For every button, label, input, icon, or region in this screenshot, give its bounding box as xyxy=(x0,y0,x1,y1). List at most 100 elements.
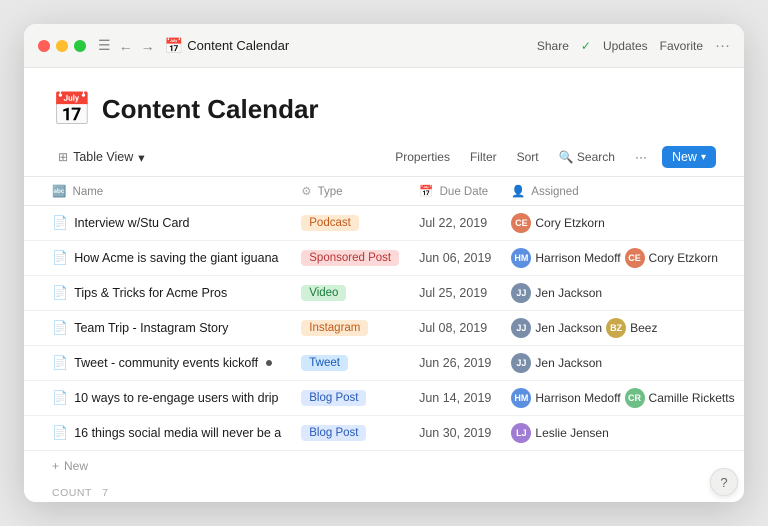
page-title: Content Calendar xyxy=(102,94,319,125)
assignee-cell: JJ Jen Jackson xyxy=(511,353,734,373)
share-label[interactable]: Share xyxy=(537,39,569,53)
col-header-assigned: 👤 Assigned xyxy=(501,177,744,206)
back-icon[interactable]: ← xyxy=(119,38,133,54)
type-col-icon: ⚙ xyxy=(301,186,311,198)
table-wrapper: 🔤 Name ⚙ Type 📅 Due Date 👤 xyxy=(24,177,744,502)
name-col-icon: 🔤 xyxy=(52,186,66,198)
avatar: BZ xyxy=(606,318,626,338)
avatar: JJ xyxy=(511,283,531,303)
assignee-cell: CECory Etzkorn xyxy=(511,213,734,233)
avatar: LJ xyxy=(511,423,531,443)
type-badge: Podcast xyxy=(301,215,359,231)
type-badge: Blog Post xyxy=(301,425,366,441)
row-name: Tips & Tricks for Acme Pros xyxy=(74,286,227,300)
name-cell: 📄 Tips & Tricks for Acme Pros xyxy=(52,285,281,301)
table-row[interactable]: 📄 Tweet - community events kickoff Tweet… xyxy=(24,346,744,381)
avatar: CR xyxy=(625,388,645,408)
assignee-name: Jen Jackson xyxy=(535,356,602,370)
app-window: ☰ ← → 📅 Content Calendar Properties Shar… xyxy=(24,24,744,502)
date-cell: Jun 14, 2019 xyxy=(409,381,501,416)
content-table: 🔤 Name ⚙ Type 📅 Due Date 👤 xyxy=(24,177,744,451)
menu-icon[interactable]: ☰ xyxy=(98,37,111,54)
avatar: HM xyxy=(511,388,531,408)
table-row[interactable]: 📄 Interview w/Stu Card Podcast Jul 22, 20… xyxy=(24,206,744,241)
date-cell: Jul 22, 2019 xyxy=(409,206,501,241)
date-col-icon: 📅 xyxy=(419,186,433,198)
search-button[interactable]: 🔍 Search xyxy=(554,147,620,167)
row-name: Tweet - community events kickoff xyxy=(74,356,258,370)
name-cell: 📄 How Acme is saving the giant iguana xyxy=(52,250,281,266)
count-row: COUNT 7 xyxy=(24,481,744,502)
count-label: COUNT xyxy=(52,487,92,499)
table-row[interactable]: 📄 10 ways to re-engage users with drip B… xyxy=(24,381,744,416)
name-cell: 📄 Interview w/Stu Card xyxy=(52,215,281,231)
avatar: JJ xyxy=(511,318,531,338)
type-badge: Blog Post xyxy=(301,390,366,406)
col-header-type: ⚙ Type xyxy=(291,177,409,206)
col-header-name: 🔤 Name xyxy=(24,177,291,206)
date-cell: Jul 08, 2019 xyxy=(409,311,501,346)
name-cell: 📄 10 ways to re-engage users with drip xyxy=(52,390,281,406)
avatar: JJ xyxy=(511,353,531,373)
page-content: 📅 Content Calendar ⊞ Table View ▾ Proper… xyxy=(24,68,744,502)
doc-icon: 📄 xyxy=(52,390,68,406)
assignee-name: Harrison Medoff xyxy=(535,391,620,405)
assignee-name: Cory Etzkorn xyxy=(535,216,604,230)
doc-icon: 📄 xyxy=(52,320,68,336)
forward-icon[interactable]: → xyxy=(141,38,155,54)
window-title: Content Calendar xyxy=(187,38,537,53)
row-name: Team Trip - Instagram Story xyxy=(74,321,228,335)
table-row[interactable]: 📄 How Acme is saving the giant iguana Sp… xyxy=(24,241,744,276)
table-view-icon: ⊞ xyxy=(58,150,68,164)
minimize-button[interactable] xyxy=(56,40,68,52)
title-bar: ☰ ← → 📅 Content Calendar Properties Shar… xyxy=(24,24,744,68)
view-toolbar: ⊞ Table View ▾ Properties Filter Sort 🔍 … xyxy=(24,142,744,177)
doc-icon: 📄 xyxy=(52,250,68,266)
assigned-col-icon: 👤 xyxy=(511,186,525,198)
view-label: Table View xyxy=(73,150,133,164)
help-button[interactable]: ? xyxy=(710,468,738,496)
updates-label[interactable]: Updates xyxy=(603,39,648,53)
table-row[interactable]: 📄 Tips & Tricks for Acme Pros VideoJul 2… xyxy=(24,276,744,311)
add-row-button[interactable]: + + New New xyxy=(24,451,744,481)
avatar: HM xyxy=(511,248,531,268)
type-badge: Tweet xyxy=(301,355,348,371)
avatar: CE xyxy=(625,248,645,268)
favorite-label[interactable]: Favorite xyxy=(660,39,703,53)
assignee-name: Beez xyxy=(630,321,657,335)
count-value: 7 xyxy=(102,487,108,499)
doc-icon: 📄 xyxy=(52,425,68,441)
page-header: 📅 Content Calendar xyxy=(24,68,744,142)
properties-button[interactable]: Properties xyxy=(390,147,455,167)
close-button[interactable] xyxy=(38,40,50,52)
date-cell: Jun 30, 2019 xyxy=(409,416,501,451)
more-options-icon[interactable]: ··· xyxy=(715,37,730,54)
add-row-icon: + xyxy=(52,459,59,473)
nav-buttons: ☰ ← → xyxy=(98,37,155,54)
updates-check[interactable]: ✓ xyxy=(581,39,591,53)
page-calendar-icon: 📅 xyxy=(52,90,92,128)
table-row[interactable]: 📄 Team Trip - Instagram Story InstagramJ… xyxy=(24,311,744,346)
assignee-cell: HMHarrison MedoffCECory Etzkorn xyxy=(511,248,734,268)
new-button-chevron: ▾ xyxy=(701,152,706,163)
add-row-text: New xyxy=(64,459,88,473)
view-chevron-icon: ▾ xyxy=(138,150,144,165)
cursor-indicator xyxy=(266,360,272,366)
sort-button[interactable]: Sort xyxy=(512,147,544,167)
assignee-name: Camille Ricketts xyxy=(649,391,735,405)
maximize-button[interactable] xyxy=(74,40,86,52)
doc-icon: 📄 xyxy=(52,355,68,371)
assignee-name: Jen Jackson xyxy=(535,321,602,335)
more-toolbar-button[interactable]: ··· xyxy=(630,147,652,167)
filter-button[interactable]: Filter xyxy=(465,147,502,167)
view-selector[interactable]: ⊞ Table View ▾ xyxy=(52,147,151,168)
toolbar-actions: Properties Filter Sort 🔍 Search ··· New … xyxy=(390,146,716,168)
doc-icon: 📄 xyxy=(52,285,68,301)
new-button[interactable]: New ▾ xyxy=(662,146,716,168)
table-row[interactable]: 📄 16 things social media will never be a… xyxy=(24,416,744,451)
date-cell: Jun 06, 2019 xyxy=(409,241,501,276)
help-icon: ? xyxy=(720,475,727,490)
row-name: How Acme is saving the giant iguana xyxy=(74,251,278,265)
type-badge: Video xyxy=(301,285,346,301)
name-cell: 📄 Tweet - community events kickoff xyxy=(52,355,281,371)
